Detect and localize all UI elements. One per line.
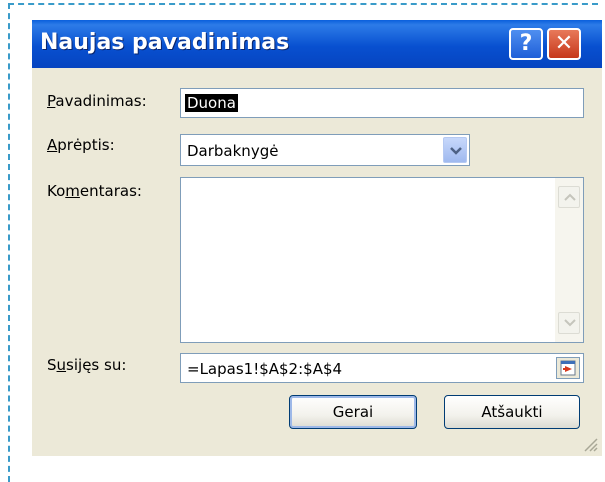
dialog-title: Naujas pavadinimas — [40, 30, 290, 55]
help-button[interactable]: ? — [509, 28, 543, 60]
name-label: Pavadinimas: — [47, 92, 147, 110]
name-label-rest: avadinimas: — [55, 92, 147, 110]
dashed-border-left — [8, 3, 10, 482]
scope-select-value: Darbaknygė — [187, 142, 279, 160]
chevron-up-icon — [564, 193, 576, 201]
refers-to-label-before: S — [47, 356, 57, 374]
help-icon: ? — [519, 31, 533, 56]
scope-select[interactable]: Darbaknygė — [180, 134, 470, 166]
scroll-up-button[interactable] — [558, 186, 580, 208]
dashed-border-top — [8, 3, 598, 5]
name-input[interactable]: Duona — [180, 88, 584, 118]
cancel-button[interactable]: Atšaukti — [444, 395, 580, 429]
comment-label-before: Ko — [47, 182, 66, 200]
resize-grip-icon[interactable] — [582, 436, 598, 452]
refers-to-label: Susijęs su: — [47, 356, 126, 374]
close-button[interactable]: ✕ — [547, 28, 581, 60]
refers-to-label-after: sijęs su: — [66, 356, 127, 374]
comment-textarea[interactable] — [180, 177, 584, 343]
refers-to-value: =Lapas1!$A$2:$A$4 — [187, 360, 343, 378]
scope-label: Aprėptis: — [47, 136, 115, 154]
scroll-down-button[interactable] — [558, 312, 580, 334]
range-select-button[interactable] — [556, 357, 580, 379]
scope-dropdown-button[interactable] — [443, 137, 467, 163]
chevron-down-icon — [564, 319, 576, 327]
comment-label: Komentaras: — [47, 182, 142, 200]
close-icon: ✕ — [554, 31, 574, 56]
scope-label-rest: prėptis: — [57, 136, 115, 154]
refers-to-label-access-key: u — [56, 356, 67, 374]
collapse-dialog-icon — [560, 360, 576, 376]
ok-button[interactable]: Gerai — [289, 395, 417, 429]
title-bar[interactable]: Naujas pavadinimas ? ✕ — [32, 20, 602, 68]
refers-to-input[interactable]: =Lapas1!$A$2:$A$4 — [180, 353, 584, 383]
comment-label-access-key: m — [65, 182, 80, 200]
name-input-value: Duona — [185, 94, 238, 112]
chevron-down-icon — [450, 147, 462, 155]
new-name-dialog: Naujas pavadinimas ? ✕ Pavadinimas: Duon… — [32, 20, 602, 456]
comment-label-after: entaras: — [79, 182, 142, 200]
scope-label-access-key: A — [47, 136, 58, 154]
comment-scrollbar[interactable] — [555, 178, 583, 342]
